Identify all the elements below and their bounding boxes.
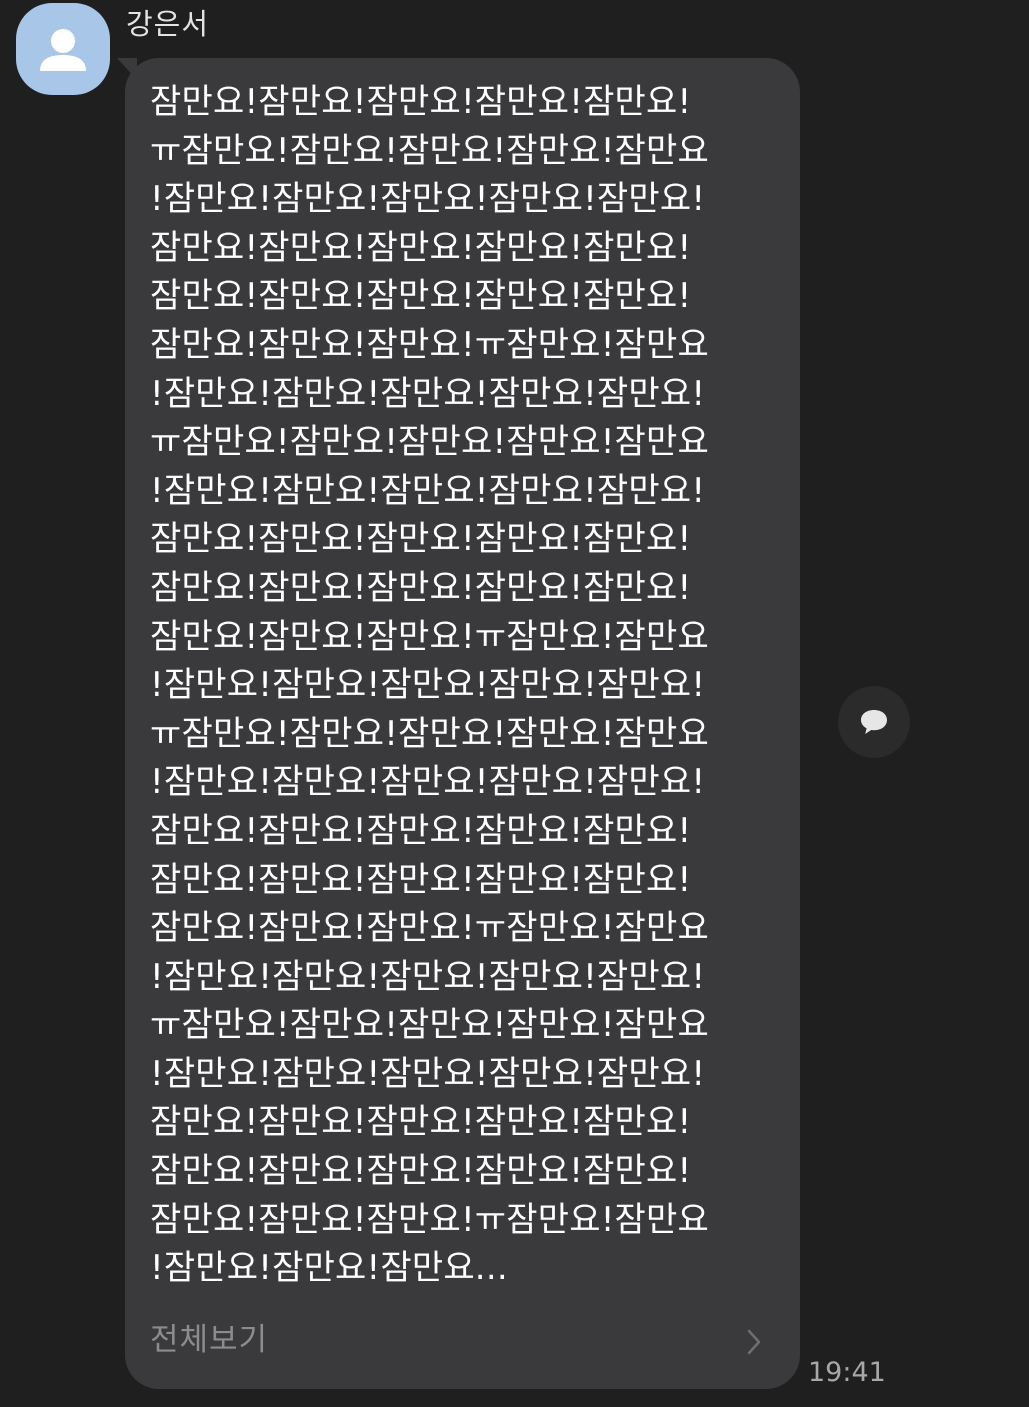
message-line: 잠만요!잠만요!잠만요!잠만요!잠만요! — [150, 859, 692, 900]
chevron-right-icon — [747, 1329, 761, 1355]
message-line: !잠만요!잠만요!잠만요!잠만요!잠만요! — [150, 373, 706, 414]
message-line: 잠만요!잠만요!잠만요!잠만요!잠만요! — [150, 519, 692, 560]
message-line: 잠만요!잠만요!잠만요!잠만요!잠만요! — [150, 276, 692, 317]
message-line: ㅠ잠만요!잠만요!잠만요!잠만요!잠만요 — [150, 130, 709, 171]
message-line: !잠만요!잠만요!잠만요!잠만요!잠만요! — [150, 762, 706, 803]
message-text: 잠만요!잠만요!잠만요!잠만요!잠만요! ㅠ잠만요!잠만요!잠만요!잠만요!잠만… — [150, 78, 780, 1293]
sender-avatar[interactable] — [16, 3, 110, 95]
read-more-label: 전체보기 — [150, 1322, 269, 1358]
message-line: 잠만요!잠만요!잠만요!ㅠ잠만요!잠만요 — [150, 908, 709, 949]
message-line: !잠만요!잠만요!잠만요!잠만요!잠만요! — [150, 956, 706, 997]
message-line: 잠만요!잠만요!잠만요!잠만요!잠만요! — [150, 227, 692, 268]
message-line: ㅠ잠만요!잠만요!잠만요!잠만요!잠만요 — [150, 713, 709, 754]
message-line: 잠만요!잠만요!잠만요!잠만요!잠만요! — [150, 1151, 692, 1192]
sender-name: 강은서 — [126, 7, 210, 41]
message-line: !잠만요!잠만요!잠만요!잠만요!잠만요! — [150, 179, 706, 220]
message-line: ㅠ잠만요!잠만요!잠만요!잠만요!잠만요 — [150, 1005, 709, 1046]
message-timestamp: 19:41 — [808, 1357, 886, 1388]
message-line: 잠만요!잠만요!잠만요!잠만요!잠만요! — [150, 810, 692, 851]
message-line: 잠만요!잠만요!잠만요!ㅠ잠만요!잠만요 — [150, 616, 709, 657]
message-line: 잠만요!잠만요!잠만요!잠만요!잠만요! — [150, 567, 692, 608]
message-line: 잠만요!잠만요!잠만요!ㅠ잠만요!잠만요 — [150, 324, 709, 365]
message-line: !잠만요!잠만요!잠만요!잠만요!잠만요! — [150, 1053, 706, 1094]
message-line: !잠만요!잠만요!잠만요... — [150, 1248, 508, 1289]
read-more-button[interactable]: 전체보기 — [150, 1318, 770, 1366]
message-line: 잠만요!잠만요!잠만요!잠만요!잠만요! — [150, 82, 692, 122]
default-person-icon — [40, 29, 86, 71]
reply-button[interactable] — [838, 686, 910, 758]
message-line: 잠만요!잠만요!잠만요!잠만요!잠만요! — [150, 1102, 692, 1143]
message-line: ㅠ잠만요!잠만요!잠만요!잠만요!잠만요 — [150, 422, 709, 463]
speech-bubble-icon — [861, 710, 887, 734]
message-line: 잠만요!잠만요!잠만요!ㅠ잠만요!잠만요 — [150, 1199, 709, 1240]
message-line: !잠만요!잠만요!잠만요!잠만요!잠만요! — [150, 470, 706, 511]
message-line: !잠만요!잠만요!잠만요!잠만요!잠만요! — [150, 665, 706, 706]
